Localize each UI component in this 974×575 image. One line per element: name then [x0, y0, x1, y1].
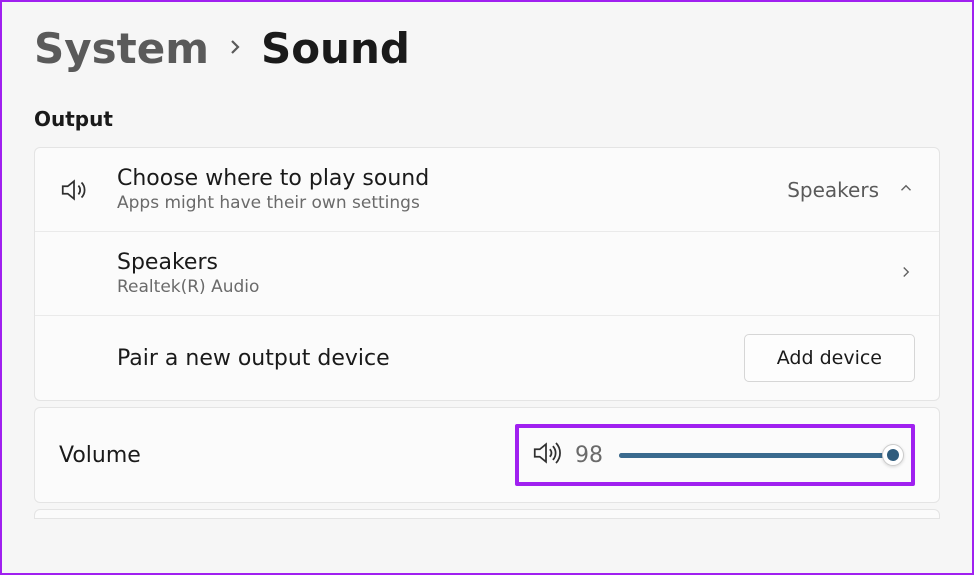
speaker-icon[interactable] — [531, 438, 561, 472]
pair-device-label: Pair a new output device — [117, 346, 744, 371]
choose-output-subtitle: Apps might have their own settings — [117, 193, 787, 213]
add-device-button[interactable]: Add device — [744, 334, 915, 382]
breadcrumb-parent[interactable]: System — [34, 24, 209, 73]
selected-output-value: Speakers — [787, 178, 879, 202]
slider-fill — [619, 453, 893, 458]
pair-device-row: Pair a new output device Add device — [35, 315, 939, 400]
choose-output-title: Choose where to play sound — [117, 166, 787, 191]
breadcrumb: System Sound — [34, 24, 940, 73]
chevron-right-icon — [897, 263, 915, 285]
device-name: Speakers — [117, 250, 897, 275]
speakers-device-row[interactable]: Speakers Realtek(R) Audio — [35, 231, 939, 315]
slider-thumb[interactable] — [882, 444, 904, 466]
volume-slider[interactable] — [619, 443, 899, 467]
chevron-right-icon — [227, 35, 243, 63]
volume-label: Volume — [59, 443, 141, 468]
device-driver: Realtek(R) Audio — [117, 277, 897, 297]
choose-output-row[interactable]: Choose where to play sound Apps might ha… — [35, 148, 939, 231]
output-section-title: Output — [34, 107, 940, 131]
chevron-up-icon — [897, 179, 915, 201]
breadcrumb-current: Sound — [261, 24, 410, 73]
volume-row: Volume 98 — [34, 407, 940, 503]
next-card-partial — [34, 509, 940, 519]
volume-value: 98 — [575, 443, 605, 468]
speaker-icon — [59, 175, 95, 205]
output-device-group: Choose where to play sound Apps might ha… — [34, 147, 940, 401]
volume-controls-highlight: 98 — [515, 424, 915, 486]
